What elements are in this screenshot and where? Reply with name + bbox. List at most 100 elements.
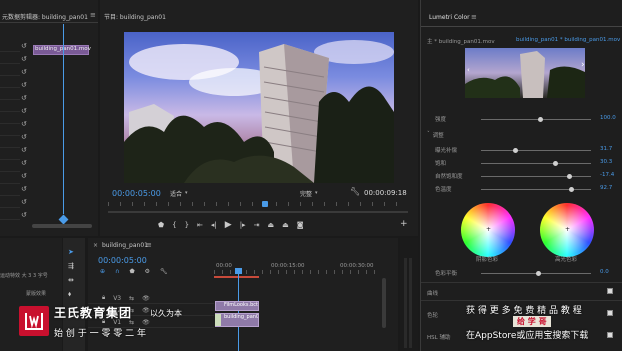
out-point-icon[interactable]: }: [185, 221, 189, 229]
row-slider[interactable]: [481, 187, 591, 192]
lumetri-header-right[interactable]: building_pan01 * building_pan01.mov: [516, 37, 620, 43]
lumetri-tab[interactable]: Lumetri Color: [429, 14, 470, 21]
wheel-crosshair[interactable]: +: [486, 227, 491, 233]
timeline-tab[interactable]: building_pan01: [102, 242, 148, 249]
strength-slider[interactable]: [481, 117, 591, 122]
lift-icon[interactable]: ⏏: [267, 221, 274, 229]
curves-checkbox[interactable]: [607, 288, 613, 294]
section-toggle[interactable]: ˅ 调整: [427, 131, 444, 139]
go-to-out-icon[interactable]: ⇥: [254, 221, 260, 229]
balance-slider[interactable]: [481, 271, 591, 276]
video-clip[interactable]: building_pan01: [215, 313, 259, 327]
hsl-checkbox[interactable]: [607, 332, 613, 338]
balance-value[interactable]: 0.0: [600, 269, 609, 275]
reset-icon[interactable]: ↺: [21, 146, 30, 154]
camera-icon[interactable]: ◙: [297, 221, 304, 229]
wrench-icon[interactable]: 🔧︎: [160, 268, 168, 275]
razor-icon[interactable]: ⬧: [68, 290, 74, 299]
timeline-close-icon[interactable]: ×: [93, 242, 98, 249]
sync-icon[interactable]: ⇆: [129, 295, 134, 302]
source-panel-tab[interactable]: 元数据剪辑器: building_pan01: [2, 12, 88, 21]
strength-knob[interactable]: [538, 117, 543, 122]
reset-icon[interactable]: ↺: [21, 172, 30, 180]
strength-value[interactable]: 100.0: [600, 115, 616, 121]
row-knob[interactable]: [569, 187, 574, 192]
program-timecode-right: 00:00:09:18: [364, 189, 407, 197]
row-value[interactable]: 30.3: [600, 159, 612, 165]
wheel-crosshair[interactable]: +: [565, 227, 570, 233]
wheels-checkbox[interactable]: [607, 310, 613, 316]
curves-section[interactable]: 曲线: [427, 289, 438, 297]
reset-icon[interactable]: ↺: [21, 120, 30, 128]
scrub-ruler[interactable]: [108, 202, 408, 206]
scrub-track[interactable]: [108, 211, 408, 213]
lumetri-header-left[interactable]: 主 * building_pan01.mov: [427, 37, 495, 45]
menu-icon[interactable]: ≡: [90, 11, 96, 19]
timeline-menu-icon[interactable]: ≡: [146, 241, 152, 249]
in-point-icon[interactable]: {: [172, 221, 176, 229]
program-monitor: 节目: building_pan01 ≡ 00:00:05:00 适合 ▾ 完整…: [90, 0, 418, 236]
row-knob[interactable]: [553, 161, 558, 166]
playhead-marker[interactable]: [58, 214, 69, 225]
reset-icon[interactable]: ↺: [21, 185, 30, 193]
timeline-playhead-head[interactable]: [235, 268, 242, 274]
wheels-section[interactable]: 色轮: [427, 311, 438, 319]
highlight-color-wheel[interactable]: +: [540, 203, 594, 257]
work-area-bar[interactable]: [214, 276, 259, 278]
reset-icon[interactable]: ↺: [21, 211, 30, 219]
program-timecode-left[interactable]: 00:00:05:00: [112, 189, 161, 198]
lock-icon[interactable]: 🔒︎: [102, 294, 105, 302]
row-slider[interactable]: [481, 161, 591, 166]
marker-icon[interactable]: ⬟: [129, 268, 134, 275]
balance-knob[interactable]: [536, 271, 541, 276]
eye-icon[interactable]: 👁︎: [142, 319, 150, 326]
reset-icon[interactable]: ↺: [21, 42, 30, 50]
snap-icon[interactable]: ⊕: [100, 268, 105, 275]
reset-icon[interactable]: ↺: [21, 55, 30, 63]
eye-icon[interactable]: 👁︎: [142, 307, 150, 314]
reset-icon[interactable]: ↺: [21, 198, 30, 206]
reset-icon[interactable]: ↺: [21, 94, 30, 102]
linked-icon[interactable]: ∩: [115, 268, 119, 275]
adjustment-clip[interactable]: FilmLooks.bct: [215, 301, 259, 311]
row-slider[interactable]: [481, 174, 591, 179]
track-select-icon[interactable]: ⇶: [68, 262, 74, 270]
reset-icon[interactable]: ↺: [21, 159, 30, 167]
row-value[interactable]: 92.7: [600, 185, 612, 191]
quality-dropdown[interactable]: 完整 ▾: [300, 188, 340, 198]
row-knob[interactable]: [567, 174, 572, 179]
marker-icon[interactable]: ⬟: [158, 221, 164, 229]
row-slider[interactable]: [481, 148, 591, 153]
row-knob[interactable]: [513, 148, 518, 153]
selection-tool-icon[interactable]: ➤: [68, 248, 74, 256]
step-back-icon[interactable]: ◂|: [211, 221, 217, 229]
shadow-color-wheel[interactable]: +: [461, 203, 515, 257]
add-button-icon[interactable]: +: [400, 219, 408, 229]
settings-icon[interactable]: ⚙: [145, 268, 150, 275]
source-scroll-bar[interactable]: [32, 224, 92, 228]
row-value[interactable]: 31.7: [600, 146, 612, 152]
brand-slogan: 始 创 于 一 零 零 二 年: [54, 329, 147, 339]
eye-icon[interactable]: 👁︎: [142, 295, 150, 302]
timeline-timecode[interactable]: 00:00:05:00: [98, 256, 147, 265]
go-to-in-icon[interactable]: ⇤: [197, 221, 203, 229]
play-icon[interactable]: ▶: [225, 220, 232, 230]
ripple-edit-icon[interactable]: ⇹: [68, 276, 74, 284]
timeline-scrollbar[interactable]: [382, 278, 386, 328]
step-forward-icon[interactable]: |▸: [240, 221, 246, 229]
reset-icon[interactable]: ↺: [21, 68, 30, 76]
reset-icon[interactable]: ↺: [21, 107, 30, 115]
lumetri-menu-icon[interactable]: ≡: [471, 13, 477, 21]
thumb-prev-icon[interactable]: ‹: [467, 66, 470, 74]
program-tab[interactable]: 节目: building_pan01: [104, 12, 166, 21]
wrench-icon[interactable]: 🔧︎: [350, 187, 360, 196]
reset-icon[interactable]: ↺: [21, 81, 30, 89]
fit-dropdown[interactable]: 适合 ▾: [170, 188, 208, 198]
reset-icon[interactable]: ↺: [21, 133, 30, 141]
source-playhead[interactable]: [63, 24, 64, 214]
extract-icon[interactable]: ⏏: [282, 221, 289, 229]
hsl-section[interactable]: HSL 辅助: [427, 333, 450, 341]
scrub-playhead[interactable]: [262, 201, 268, 207]
row-value[interactable]: -17.4: [600, 172, 614, 178]
thumb-next-icon[interactable]: ›: [581, 60, 585, 70]
